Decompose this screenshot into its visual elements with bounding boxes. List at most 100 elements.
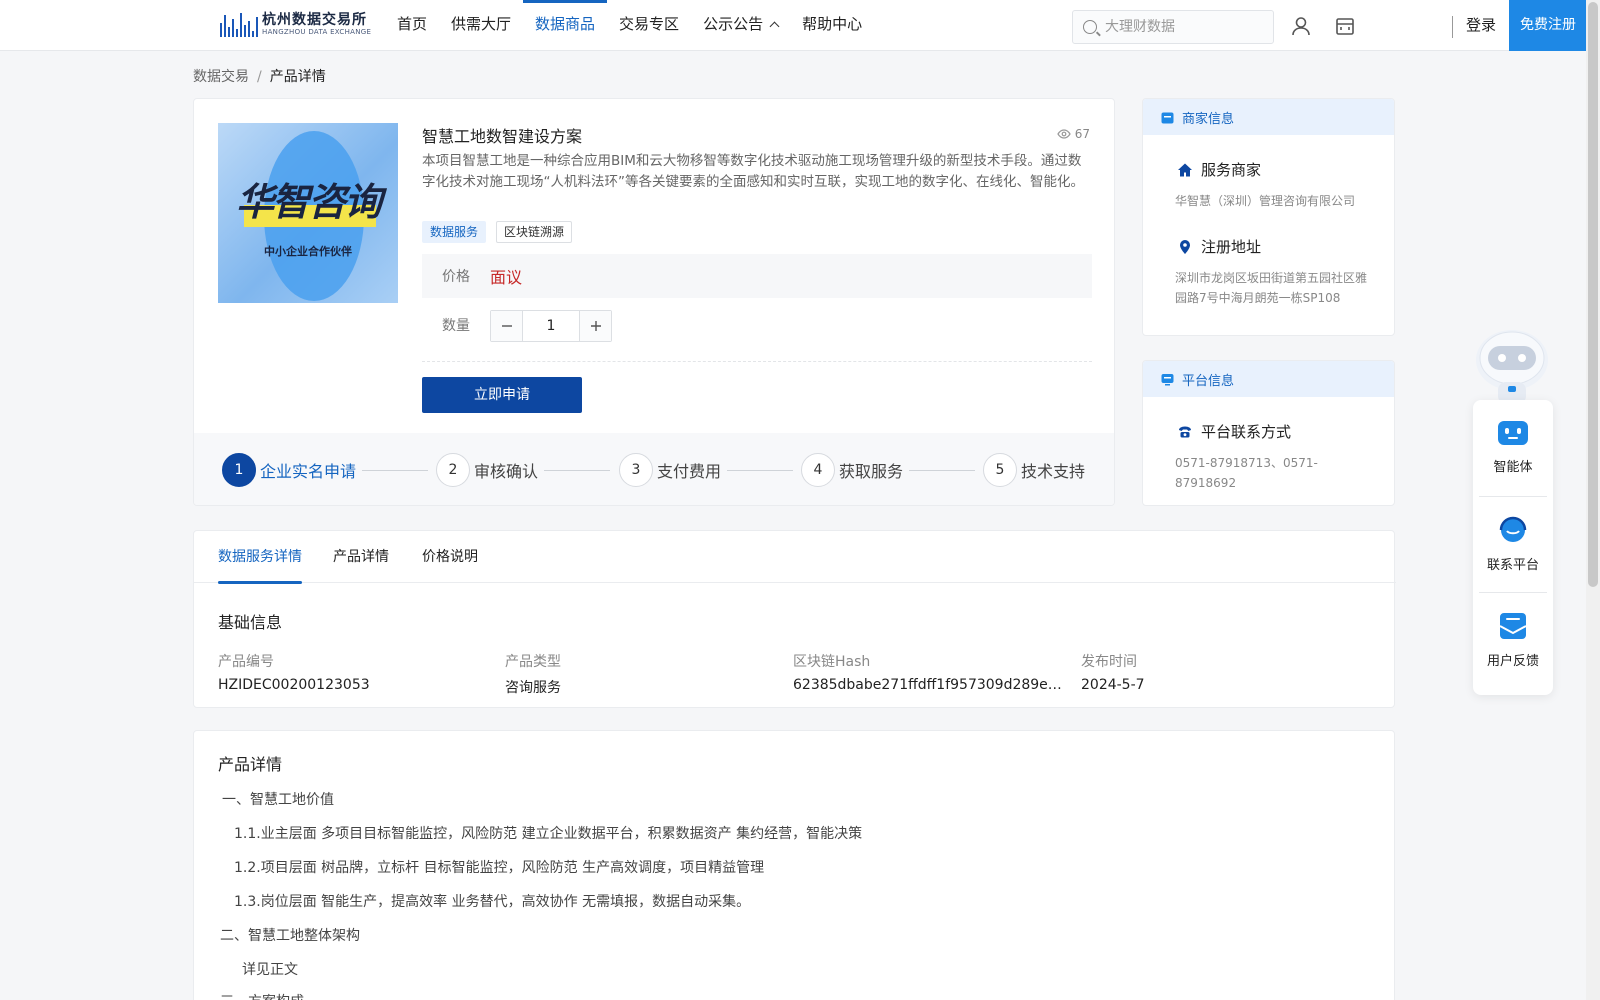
user-icon[interactable] <box>1290 15 1312 37</box>
quantity-input[interactable]: 1 <box>522 311 580 341</box>
nav-trading-zone[interactable]: 交易专区 <box>607 0 691 51</box>
search-box <box>1072 10 1274 44</box>
step-4: 4 获取服务 <box>801 453 976 487</box>
step-2: 2 审核确认 <box>436 453 611 487</box>
breadcrumb-separator: / <box>257 69 262 85</box>
step-connector <box>909 469 976 471</box>
main-nav: 首页 供需大厅 数据商品 交易专区 公示公告 帮助中心 <box>385 0 874 51</box>
nav-home[interactable]: 首页 <box>385 0 439 51</box>
step-number: 2 <box>436 453 470 487</box>
search-input[interactable] <box>1105 19 1265 35</box>
step-number: 5 <box>983 453 1017 487</box>
breadcrumb-parent[interactable]: 数据交易 <box>193 69 249 85</box>
product-detail-title: 产品详情 <box>218 755 283 774</box>
detail-line: 1.1.业主层面 多项目目标智能监控，风险防范 建立企业数据平台，积累数据资产 … <box>234 826 863 842</box>
address-title: 注册地址 <box>1177 236 1261 257</box>
quantity-stepper: 1 <box>490 310 612 342</box>
field-publish-date: 发布时间 2024-5-7 <box>1081 654 1145 693</box>
logo[interactable]: 杭州数据交易所 HANGZHOU DATA EXCHANGE <box>220 12 371 37</box>
breadcrumb-current: 产品详情 <box>269 69 326 85</box>
field-product-type: 产品类型 咨询服务 <box>505 654 561 696</box>
nav-help-center[interactable]: 帮助中心 <box>790 0 874 51</box>
detail-line: 一、智慧工地价值 <box>222 792 334 808</box>
divider <box>422 361 1092 362</box>
eye-icon <box>1057 129 1071 139</box>
detail-line: 三、方案构成 <box>220 991 304 1000</box>
increase-button[interactable] <box>580 311 611 341</box>
floating-helper-panel: 智能体 联系平台 用户反馈 <box>1473 400 1553 695</box>
tab-data-service-details[interactable]: 数据服务详情 <box>218 531 302 584</box>
product-tags: 数据服务 区块链溯源 <box>422 221 573 243</box>
monitor-icon <box>1161 373 1174 385</box>
register-button[interactable]: 免费注册 <box>1509 0 1587 51</box>
phone-icon <box>1179 426 1191 437</box>
search-icon[interactable] <box>1083 20 1097 34</box>
tab-product-details[interactable]: 产品详情 <box>333 531 389 583</box>
step-label: 技术支持 <box>1021 462 1086 481</box>
logo-title: 杭州数据交易所 <box>262 12 367 28</box>
step-label: 审核确认 <box>474 462 539 481</box>
step-label: 支付费用 <box>657 462 722 481</box>
step-5: 5 技术支持 <box>983 453 1085 487</box>
login-link[interactable]: 登录 <box>1466 0 1496 51</box>
robot-assistant-icon[interactable] <box>1472 324 1552 404</box>
top-navigation-bar: 杭州数据交易所 HANGZHOU DATA EXCHANGE 首页 供需大厅 数… <box>0 0 1587 51</box>
provider-value: 华智慧（深圳）管理咨询有限公司 <box>1175 194 1356 208</box>
contact-platform-button[interactable]: 联系平台 <box>1473 496 1553 592</box>
page-scrollbar[interactable] <box>1586 0 1600 1000</box>
provider-title: 服务商家 <box>1177 159 1261 180</box>
contact-title: 平台联系方式 <box>1177 421 1291 442</box>
contact-value: 0571-87918713、0571-87918692 <box>1175 456 1318 490</box>
product-description: 本项目智慧工地是一种综合应用BIM和云大物移智等数字化技术驱动施工现场管理升级的… <box>422 153 1084 190</box>
user-feedback-button[interactable]: 用户反馈 <box>1473 592 1553 688</box>
nav-supply-demand[interactable]: 供需大厅 <box>439 0 523 51</box>
detail-line: 1.3.岗位层面 智能生产，提高效率 业务替代，高效协作 无需填报，数据自动采集… <box>234 894 751 910</box>
step-number: 1 <box>222 453 256 487</box>
product-image: 华智咨询 中小企业合作伙伴 <box>218 123 398 303</box>
logo-subtitle: HANGZHOU DATA EXCHANGE <box>262 28 372 36</box>
nav-data-products[interactable]: 数据商品 <box>523 0 608 51</box>
shop-icon[interactable] <box>1334 15 1356 37</box>
step-label: 获取服务 <box>839 462 904 481</box>
product-image-subtitle: 中小企业合作伙伴 <box>264 245 352 258</box>
detail-line: 1.2.项目层面 树品牌，立标杆 目标智能监控，风险防范 生产高效调度，项目精益… <box>234 860 765 876</box>
field-product-id: 产品编号 HZIDEC00200123053 <box>218 654 370 693</box>
step-connector <box>727 469 794 471</box>
product-title: 智慧工地数智建设方案 <box>422 127 583 146</box>
scrollbar-thumb[interactable] <box>1588 2 1598 587</box>
platform-info-header: 平台信息 <box>1143 361 1394 397</box>
nav-announcements[interactable]: 公示公告 <box>691 0 790 51</box>
product-detail-body: 产品详情 一、智慧工地价值 1.1.业主层面 多项目目标智能监控，风险防范 建立… <box>193 730 1395 1000</box>
location-pin-icon <box>1180 239 1190 254</box>
minus-icon <box>501 325 512 327</box>
home-icon <box>1178 163 1192 176</box>
mail-icon <box>1499 613 1527 639</box>
step-label: 企业实名申请 <box>260 462 357 481</box>
headset-icon <box>1499 516 1527 542</box>
calendar-icon <box>1161 112 1174 123</box>
logo-mark-icon <box>220 12 258 37</box>
step-connector <box>362 469 429 471</box>
field-blockchain-hash: 区块链Hash 62385dbabe271ffdff1f957309d289ef… <box>793 654 1065 693</box>
basic-info-title: 基础信息 <box>218 613 283 632</box>
detail-tabs-card: 数据服务详情 产品详情 价格说明 基础信息 产品编号 HZIDEC0020012… <box>193 530 1396 708</box>
detail-tabs: 数据服务详情 产品详情 价格说明 <box>194 531 1396 584</box>
tab-price-explanation[interactable]: 价格说明 <box>422 531 478 583</box>
merchant-info-card: 商家信息 服务商家 华智慧（深圳）管理咨询有限公司 注册地址 深圳市龙岗区坂田街… <box>1142 98 1395 336</box>
tag-blockchain-trace: 区块链溯源 <box>496 221 573 243</box>
agent-button[interactable]: 智能体 <box>1473 400 1553 496</box>
step-3: 3 支付费用 <box>619 453 794 487</box>
price-value: 面议 <box>490 268 523 287</box>
apply-now-button[interactable]: 立即申请 <box>422 377 582 413</box>
step-number: 3 <box>619 453 653 487</box>
product-summary-card: 华智咨询 中小企业合作伙伴 智慧工地数智建设方案 67 本项目智慧工地是一种综合… <box>193 98 1115 506</box>
decrease-button[interactable] <box>491 311 522 341</box>
address-value: 深圳市龙岗区坂田街道第五园社区雅园路7号中海月朗苑一栋SP108 <box>1175 271 1368 305</box>
tag-data-service: 数据服务 <box>422 221 487 243</box>
step-number: 4 <box>801 453 835 487</box>
product-image-title: 华智咨询 <box>235 180 382 224</box>
price-row: 价格 面议 <box>422 254 1092 298</box>
merchant-info-header: 商家信息 <box>1143 99 1394 135</box>
detail-line: 详见正文 <box>242 962 298 978</box>
process-steps: 1 企业实名申请 2 审核确认 3 支付费用 4 获取服务 5 技术支持 <box>194 433 1114 505</box>
